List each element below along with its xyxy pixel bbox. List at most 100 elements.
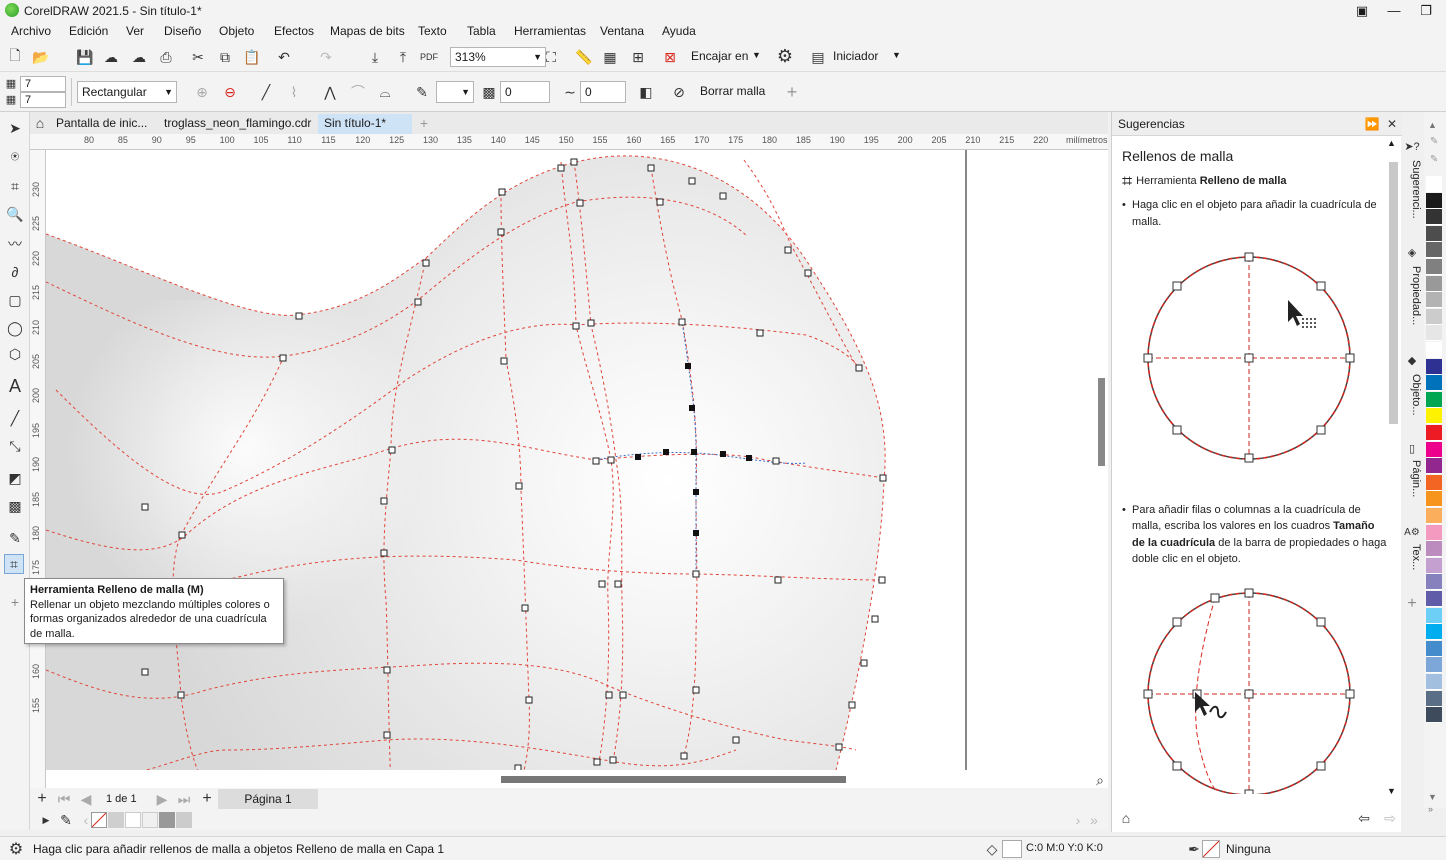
color-swatch[interactable] [1426, 358, 1442, 375]
color-swatch[interactable] [1426, 408, 1442, 425]
mesh-node[interactable] [878, 576, 886, 584]
color-swatch[interactable] [1426, 541, 1442, 558]
mesh-node[interactable] [774, 576, 782, 584]
mesh-node[interactable] [587, 319, 595, 327]
last-page-icon[interactable]: ⏭ [174, 789, 194, 809]
scroll-down-icon[interactable]: ▼ [1387, 786, 1396, 796]
add-page-before-icon[interactable]: + [32, 789, 52, 809]
mesh-node[interactable] [380, 549, 388, 557]
symmetric-node-icon[interactable]: ⌓ [375, 82, 395, 102]
menu-archivo[interactable]: Archivo [11, 24, 51, 38]
mesh-color-picker[interactable]: ▼ [436, 81, 474, 103]
zoom-to-page-icon[interactable]: ⛶ [541, 47, 561, 67]
curve-segment-icon[interactable]: ⌇ [284, 82, 304, 102]
zoom-tool-icon[interactable]: 🔍 [5, 204, 25, 224]
mesh-node[interactable] [295, 312, 303, 320]
mesh-node[interactable] [756, 329, 764, 337]
launch-icon[interactable]: ▤ [808, 47, 828, 67]
add-tool-icon[interactable]: + [5, 592, 25, 612]
color-swatch[interactable] [1426, 342, 1442, 358]
color-swatch[interactable] [1426, 640, 1442, 657]
clear-mesh-button[interactable]: Borrar malla [700, 84, 765, 98]
horizontal-scrollbar-thumb[interactable] [501, 776, 846, 783]
grid-cols-input[interactable]: 7 [20, 92, 66, 108]
close-icon[interactable]: ✕ [1382, 114, 1402, 134]
menu-herramientas[interactable]: Herramientas [514, 24, 586, 38]
page-tab[interactable]: Página 1 [218, 789, 318, 809]
snap-off-icon[interactable]: ⊠ [660, 47, 680, 67]
menu-mapas-de-bits[interactable]: Mapas de bits [330, 24, 405, 38]
color-swatch[interactable] [1426, 391, 1442, 408]
minimize-button[interactable]: — [1378, 0, 1410, 22]
drawing-canvas[interactable] [46, 150, 1108, 790]
mesh-node[interactable] [592, 457, 600, 465]
mesh-node[interactable] [656, 198, 664, 206]
mesh-node[interactable] [178, 531, 186, 539]
color-swatch[interactable] [1426, 674, 1442, 690]
mesh-node[interactable] [719, 192, 727, 200]
snap-to-dropdown[interactable]: Encajar en [691, 49, 748, 63]
menu-ver[interactable]: Ver [126, 24, 144, 38]
rulers-toggle-icon[interactable]: 📏 [574, 47, 594, 67]
menu-tabla[interactable]: Tabla [467, 24, 496, 38]
menu-efectos[interactable]: Efectos [274, 24, 314, 38]
restore-button[interactable]: ❐ [1410, 0, 1442, 22]
color-swatch[interactable] [1426, 491, 1442, 508]
chevron-down-icon[interactable]: ▼ [752, 50, 761, 60]
zoom-level-select[interactable]: 313% ▼ [450, 47, 546, 67]
hints-back-icon[interactable]: ⇦ [1354, 808, 1374, 828]
mesh-node[interactable] [855, 364, 863, 372]
chevron-down-icon[interactable]: ▼ [892, 50, 901, 60]
mesh-node[interactable] [498, 188, 506, 196]
cut-icon[interactable]: ✂ [188, 47, 208, 67]
palette-expand-icon[interactable]: ▶ [36, 810, 56, 830]
scroll-up-icon[interactable]: ▲ [1387, 138, 1396, 148]
selected-mesh-node[interactable] [720, 451, 726, 457]
mesh-node[interactable] [692, 686, 700, 694]
no-color-swatch[interactable] [91, 812, 107, 828]
mesh-fill-tool-icon[interactable]: ⌗ [4, 554, 24, 574]
selected-mesh-node[interactable] [685, 363, 691, 369]
text-tool-icon[interactable]: A [5, 376, 25, 396]
mesh-node[interactable] [422, 259, 430, 267]
smooth-node-icon[interactable]: ⌒ [348, 82, 368, 102]
color-swatch[interactable] [1426, 657, 1442, 674]
eyedropper-tool-icon[interactable]: ✎ [5, 528, 25, 548]
color-swatch[interactable] [1426, 441, 1442, 458]
color-swatch[interactable] [108, 812, 124, 828]
outline-color-swatch[interactable] [1202, 840, 1220, 858]
copy-icon[interactable]: ⧉ [215, 47, 235, 67]
smoothing-input[interactable]: 0 [580, 81, 626, 103]
first-page-icon[interactable]: ⏮ [54, 789, 74, 809]
color-swatch[interactable] [1426, 375, 1442, 392]
mesh-node[interactable] [871, 615, 879, 623]
vertical-scrollbar-thumb[interactable] [1098, 378, 1105, 466]
import-icon[interactable]: ⤓ [365, 47, 385, 67]
mesh-node[interactable] [572, 322, 580, 330]
drop-shadow-icon[interactable]: ◩ [5, 468, 25, 488]
mesh-node[interactable] [141, 668, 149, 676]
mesh-node[interactable] [515, 482, 523, 490]
palette-scroll-up-icon[interactable]: ▲ [1428, 120, 1437, 130]
mesh-node[interactable] [692, 570, 700, 578]
color-swatch[interactable] [1426, 458, 1442, 475]
menu-texto[interactable]: Texto [418, 24, 447, 38]
mesh-node[interactable] [557, 164, 565, 172]
selected-mesh-node[interactable] [635, 454, 641, 460]
docker-scroll-thumb[interactable] [1389, 162, 1398, 424]
mesh-node[interactable] [141, 503, 149, 511]
mesh-node[interactable] [804, 269, 812, 277]
curve-smoothing-icon[interactable]: ∼ [560, 82, 580, 102]
selection-mode-select[interactable]: Rectangular ▼ [77, 81, 177, 103]
mesh-node[interactable] [619, 691, 627, 699]
artistic-media-icon[interactable]: ∂ [5, 262, 25, 282]
open-folder-icon[interactable]: 📂 [31, 47, 51, 67]
color-eyedropper-icon[interactable]: ✎ [56, 810, 76, 830]
add-icon[interactable]: + [782, 82, 802, 102]
next-page-icon[interactable]: ▶ [152, 789, 172, 809]
mesh-node[interactable] [835, 743, 843, 751]
color-swatch[interactable] [1426, 292, 1442, 309]
mesh-node[interactable] [414, 298, 422, 306]
mesh-node[interactable] [609, 756, 617, 764]
color-swatch[interactable] [1426, 242, 1442, 259]
